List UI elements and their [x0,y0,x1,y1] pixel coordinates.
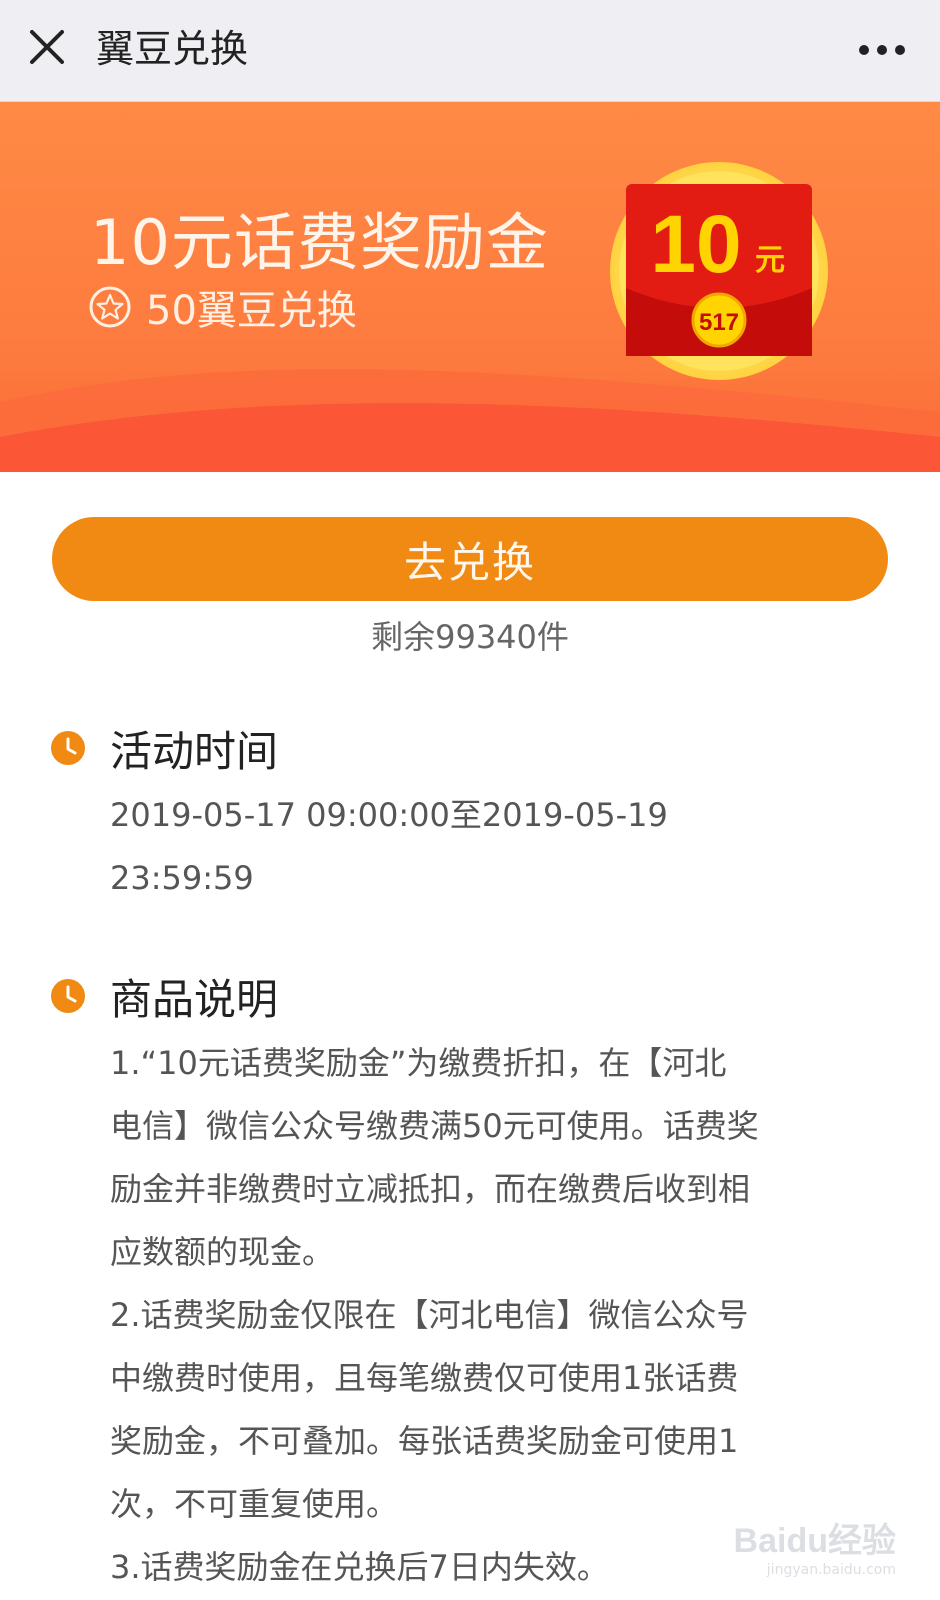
activity-time-line: 2019-05-17 09:00:00至2019-05-19 [110,796,668,834]
description-title: 商品说明 [110,975,279,1024]
badge-unit: 元 [755,243,785,278]
close-icon[interactable] [22,22,72,72]
clock-icon [51,731,85,765]
watermark-logo: Baidu经验 [733,1522,896,1560]
description-line: 应数额的现金。 [110,1233,335,1271]
description-line: 励金并非缴费时立减抵扣，而在缴费后收到相 [110,1170,751,1208]
description-line: 奖励金，不可叠加。每张话费奖励金可使用1 [110,1422,739,1460]
star-icon [89,286,131,328]
description-line: 1.“10元话费奖励金”为缴费折扣，在【河北 [110,1044,727,1082]
baidu-watermark: Baidu经验 jingyan.baidu.com [734,1513,896,1578]
reward-banner: 10元话费奖励金 50翼豆兑换 10 元 517 [0,102,940,472]
activity-time-title: 活动时间 [110,727,279,776]
activity-time-line: 23:59:59 [110,859,254,897]
more-options-icon[interactable] [854,30,910,70]
price-label: 50翼豆兑换 [146,288,357,334]
description-line: 2.话费奖励金仅限在【河北电信】微信公众号 [110,1296,749,1334]
description-line: 3.话费奖励金在兑换后7日内失效。 [110,1548,609,1586]
description-line: 次，不可重复使用。 [110,1485,399,1523]
activity-time-body: 2019-05-17 09:00:00至2019-05-19 23:59:59 [110,784,830,910]
watermark-url: jingyan.baidu.com [766,1562,896,1578]
page-title: 翼豆兑换 [96,27,249,71]
nav-bar: 翼豆兑换 [0,0,940,102]
description-line: 中缴费时使用，且每笔缴费仅可使用1张话费 [110,1359,739,1397]
reward-title: 10元话费奖励金 [90,206,549,279]
clock-icon [51,979,85,1013]
description-body: 1.“10元话费奖励金”为缴费折扣，在【河北 电信】微信公众号缴费满50元可使用… [110,1032,830,1599]
red-packet-badge: 10 元 517 [608,160,830,382]
exchange-button[interactable]: 去兑换 [52,517,888,601]
remaining-stock: 剩余99340件 [371,618,569,656]
badge-coin: 517 [699,309,739,336]
badge-amount: 10 [650,199,741,290]
price-row: 50翼豆兑换 [88,278,357,336]
description-line: 电信】微信公众号缴费满50元可使用。话费奖 [110,1107,759,1145]
